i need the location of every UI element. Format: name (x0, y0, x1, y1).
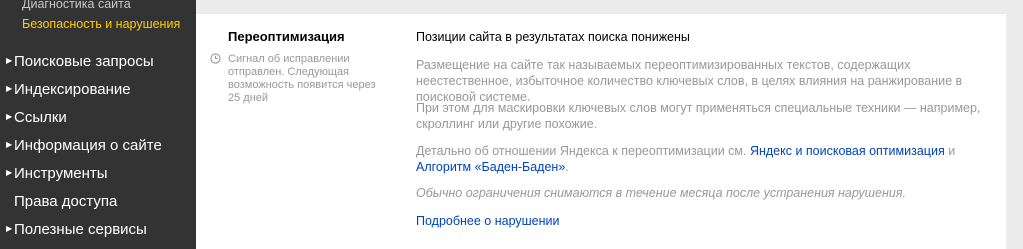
restriction-note: Обычно ограничения снимаются в течение м… (416, 186, 906, 200)
issue-title: Переоптимизация (228, 29, 345, 44)
issue-reference: Детально об отношении Яндекса к переопти… (416, 143, 998, 175)
sidebar-item-label: Ссылки (14, 109, 67, 126)
sidebar-item-label: Индексирование (14, 81, 131, 98)
sidebar: Диагностика сайта Безопасность и нарушен… (0, 0, 196, 249)
more-about-violation-link[interactable]: Подробнее о нарушении (416, 214, 560, 228)
sidebar-item-indexing[interactable]: ▶ Индексирование (6, 81, 131, 98)
more-info: Подробнее о нарушении (416, 213, 998, 229)
sidebar-subitem-diagnostics[interactable]: Диагностика сайта (22, 0, 131, 11)
reference-prefix: Детально об отношении Яндекса к переопти… (416, 144, 750, 158)
sidebar-item-label: Полезные сервисы (14, 221, 147, 238)
triangle-right-icon: ▶ (6, 56, 13, 65)
sidebar-item-site-info[interactable]: ▶ Информация о сайте (6, 137, 162, 154)
triangle-right-icon: ▶ (6, 140, 13, 149)
sidebar-item-label: Информация о сайте (14, 137, 162, 154)
sidebar-item-access-rights[interactable]: Права доступа (14, 193, 117, 210)
sidebar-subitem-security[interactable]: Безопасность и нарушения (22, 17, 180, 31)
sidebar-item-useful-services[interactable]: ▶ Полезные сервисы (6, 221, 147, 238)
violation-panel: Переоптимизация Сигнал об исправлении от… (196, 14, 1006, 249)
main-content: Переоптимизация Сигнал об исправлении от… (196, 0, 1023, 249)
clock-icon (210, 53, 221, 64)
triangle-right-icon: ▶ (6, 112, 13, 121)
triangle-right-icon: ▶ (6, 224, 13, 233)
sidebar-item-search-queries[interactable]: ▶ Поисковые запросы (6, 53, 154, 70)
baden-baden-link[interactable]: Алгоритм «Баден-Баден» (416, 160, 565, 174)
seo-link[interactable]: Яндекс и поисковая оптимизация (750, 144, 945, 158)
issue-headline: Позиции сайта в результатах поиска пониж… (416, 30, 690, 44)
sidebar-item-tools[interactable]: ▶ Инструменты (6, 165, 108, 182)
sidebar-item-label: Инструменты (14, 165, 108, 182)
issue-description: Размещение на сайте так называемых перео… (416, 58, 963, 104)
reference-conjunction: и (944, 144, 956, 158)
triangle-right-icon: ▶ (6, 84, 13, 93)
sidebar-item-links[interactable]: ▶ Ссылки (6, 109, 67, 126)
fix-signal-status: Сигнал об исправлении отправлен. Следующ… (228, 53, 376, 104)
sidebar-item-label: Права доступа (14, 193, 118, 210)
issue-masking-note: При этом для маскировки ключевых слов мо… (416, 101, 981, 131)
triangle-right-icon: ▶ (6, 168, 13, 177)
page-root: Диагностика сайта Безопасность и нарушен… (0, 0, 1023, 249)
sidebar-item-label: Поисковые запросы (14, 53, 154, 70)
reference-suffix: . (565, 160, 569, 174)
